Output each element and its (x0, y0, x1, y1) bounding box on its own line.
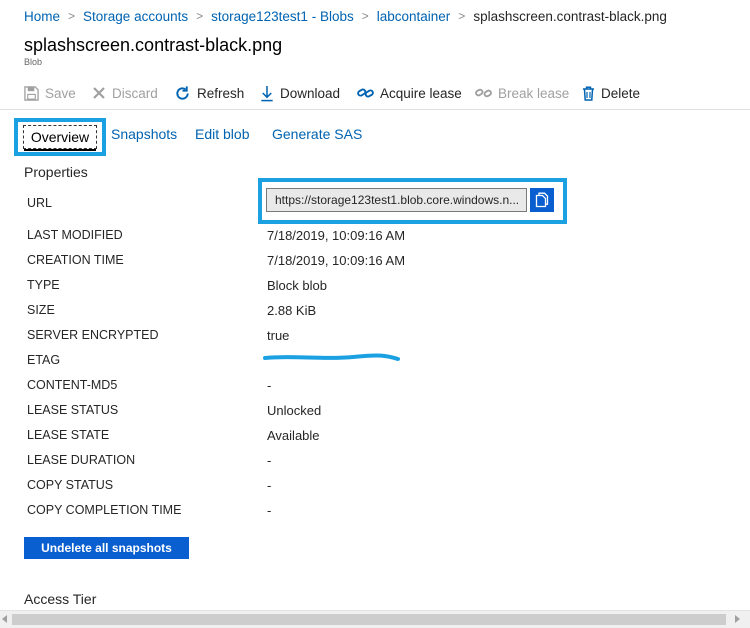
save-button[interactable]: Save (24, 82, 76, 104)
acquire-lease-button[interactable]: Acquire lease (357, 82, 462, 104)
prop-value-copy-status: - (267, 478, 272, 493)
tab-snapshots[interactable]: Snapshots (111, 126, 177, 142)
prop-label-copy-completion-time: COPY COMPLETION TIME (27, 503, 182, 517)
prop-value-type: Block blob (267, 278, 327, 293)
prop-label-last-modified: LAST MODIFIED (27, 228, 123, 242)
prop-value-lease-state: Available (267, 428, 320, 443)
prop-label-type: TYPE (27, 278, 60, 292)
scrollbar-thumb[interactable] (12, 614, 726, 625)
delete-button[interactable]: Delete (582, 82, 640, 104)
prop-label-size: SIZE (27, 303, 55, 317)
prop-label-copy-status: COPY STATUS (27, 478, 114, 492)
prop-value-last-modified: 7/18/2019, 10:09:16 AM (267, 228, 406, 243)
prop-label-lease-duration: LEASE DURATION (27, 453, 136, 467)
prop-value-size: 2.88 KiB (267, 303, 317, 318)
download-button[interactable]: Download (260, 82, 340, 104)
trash-icon (583, 86, 594, 101)
tab-edit-blob[interactable]: Edit blob (195, 126, 249, 142)
etag-redaction-mark (263, 353, 400, 361)
breadcrumb-storage-blobs[interactable]: storage123test1 - Blobs (211, 9, 354, 24)
prop-value-creation-time: 7/18/2019, 10:09:16 AM (267, 253, 406, 268)
refresh-icon (176, 85, 189, 100)
blob-tabs: Overview Snapshots Edit blob Generate SA… (0, 118, 750, 156)
lease-link-icon (357, 88, 374, 98)
page-title: splashscreen.contrast-black.png (24, 35, 283, 55)
tab-generate-sas[interactable]: Generate SAS (272, 126, 362, 142)
prop-label-server-encrypted: SERVER ENCRYPTED (27, 328, 159, 342)
prop-label-content-md5: CONTENT-MD5 (27, 378, 118, 392)
copy-icon (535, 192, 549, 208)
url-field[interactable]: https://storage123test1.blob.core.window… (266, 188, 527, 212)
copy-url-button[interactable] (530, 188, 554, 212)
command-bar: Save Discard Refresh Download Acquire le… (0, 76, 750, 110)
save-icon (24, 85, 39, 101)
download-label: Download (280, 85, 341, 101)
page-subtitle: Blob (24, 57, 43, 67)
break-lease-label: Break lease (498, 85, 570, 101)
url-highlight: https://storage123test1.blob.core.window… (258, 178, 567, 224)
prop-value-lease-duration: - (267, 453, 272, 468)
close-icon (93, 87, 105, 99)
properties-heading: Properties (24, 164, 88, 180)
prop-value-server-encrypted: true (267, 328, 290, 343)
prop-label-lease-state: LEASE STATE (27, 428, 110, 442)
breadcrumb-labcontainer[interactable]: labcontainer (377, 9, 451, 24)
prop-label-etag: ETAG (27, 353, 61, 367)
prop-value-content-md5: - (267, 378, 272, 393)
access-tier-heading: Access Tier (24, 591, 97, 607)
prop-label-creation-time: CREATION TIME (27, 253, 124, 267)
discard-button[interactable]: Discard (92, 82, 158, 104)
scroll-left-arrow-icon[interactable] (2, 615, 7, 623)
save-label: Save (45, 85, 76, 101)
breadcrumb-separator: > (361, 9, 369, 23)
breadcrumb-separator: > (458, 9, 466, 23)
breadcrumb: Home > Storage accounts > storage123test… (24, 8, 667, 24)
scroll-right-arrow-icon[interactable] (735, 615, 740, 623)
breadcrumb-separator: > (196, 9, 204, 23)
breadcrumb-separator: > (68, 9, 76, 23)
prop-value-copy-completion-time: - (267, 503, 272, 518)
tab-active-underline (24, 149, 96, 151)
tab-overview[interactable]: Overview (23, 125, 97, 149)
download-icon (261, 85, 273, 101)
refresh-button[interactable]: Refresh (174, 82, 244, 104)
discard-label: Discard (112, 85, 158, 101)
prop-label-lease-status: LEASE STATUS (27, 403, 119, 417)
break-lease-button[interactable]: Break lease (475, 82, 569, 104)
url-label: URL (27, 196, 53, 210)
undelete-snapshots-button[interactable]: Undelete all snapshots (24, 537, 189, 559)
breadcrumb-current: splashscreen.contrast-black.png (473, 8, 667, 24)
breadcrumb-home[interactable]: Home (24, 9, 60, 24)
horizontal-scrollbar[interactable] (0, 610, 750, 628)
acquire-lease-label: Acquire lease (380, 85, 462, 101)
break-link-icon (475, 88, 492, 98)
refresh-label: Refresh (197, 85, 245, 101)
delete-label: Delete (601, 85, 641, 101)
tab-overview-highlight: Overview (14, 118, 106, 156)
prop-value-lease-status: Unlocked (267, 403, 322, 418)
breadcrumb-storage-accounts[interactable]: Storage accounts (83, 9, 188, 24)
